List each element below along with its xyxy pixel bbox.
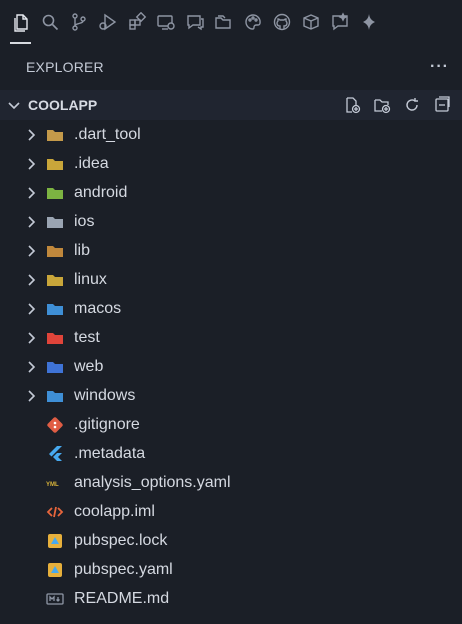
folder-windows-icon <box>46 387 64 405</box>
folder-lib-icon <box>46 242 64 260</box>
tree-folder-row[interactable]: lib <box>0 236 462 265</box>
tree-file-row[interactable]: README.md <box>0 584 462 613</box>
folder-label: macos <box>74 299 122 317</box>
chevron-down-icon <box>8 102 20 110</box>
folder-label: ios <box>74 212 95 230</box>
tree-folder-row[interactable]: macos <box>0 294 462 323</box>
folder-linux-icon <box>46 271 64 289</box>
remote-explorer-icon[interactable] <box>151 0 180 44</box>
new-folder-icon[interactable] <box>370 93 394 117</box>
tree-folder-row[interactable]: .dart_tool <box>0 120 462 149</box>
folder-label: .idea <box>74 154 109 172</box>
folder-ios-icon <box>46 213 64 231</box>
source-control-icon[interactable] <box>64 0 93 44</box>
tree-folder-row[interactable]: test <box>0 323 462 352</box>
chevron-right-icon <box>28 128 36 141</box>
folder-label: windows <box>74 386 136 404</box>
tree-folder-row[interactable]: linux <box>0 265 462 294</box>
tree-folder-row[interactable]: web <box>0 352 462 381</box>
folder-label: lib <box>74 241 91 259</box>
package-icon[interactable] <box>296 0 325 44</box>
svg-text:YML: YML <box>46 482 59 488</box>
new-file-icon[interactable] <box>340 93 364 117</box>
folder-idea-icon <box>46 155 64 173</box>
feedback-icon[interactable] <box>325 0 354 44</box>
chevron-right-icon <box>28 302 36 315</box>
pubspec-icon <box>46 561 64 579</box>
tree-folder-row[interactable]: .idea <box>0 149 462 178</box>
project-section-header[interactable]: COOLAPP <box>0 90 462 120</box>
folder-label: test <box>74 328 100 346</box>
folder-label: web <box>74 357 104 375</box>
tree-file-row[interactable]: .metadata <box>0 439 462 468</box>
folder-label: .dart_tool <box>74 125 141 143</box>
chevron-right-icon <box>28 273 36 286</box>
tree-folder-row[interactable]: windows <box>0 381 462 410</box>
flutter-icon <box>46 445 64 463</box>
file-label: pubspec.yaml <box>74 560 173 578</box>
file-label: coolapp.iml <box>74 502 155 520</box>
markdown-icon <box>46 590 64 608</box>
explorer-title: EXPLORER <box>26 59 104 75</box>
section-actions <box>340 93 462 117</box>
tree-file-row[interactable]: .gitignore <box>0 410 462 439</box>
explorer-header: EXPLORER ··· <box>0 52 462 82</box>
palette-icon[interactable] <box>238 0 267 44</box>
tree-folder-row[interactable]: ios <box>0 207 462 236</box>
chevron-right-icon <box>28 331 36 344</box>
file-label: .metadata <box>74 444 146 462</box>
file-label: .gitignore <box>74 415 140 433</box>
explorer-files-icon[interactable] <box>6 0 35 44</box>
chevron-right-icon <box>28 244 36 257</box>
tree-file-row[interactable]: YML analysis_options.yaml <box>0 468 462 497</box>
chevron-right-icon <box>28 389 36 402</box>
git-icon <box>46 416 64 434</box>
project-name: COOLAPP <box>28 97 98 113</box>
code-icon <box>46 503 64 521</box>
collapse-all-icon[interactable] <box>430 93 454 117</box>
tree-file-row[interactable]: coolapp.iml <box>0 497 462 526</box>
folder-label: linux <box>74 270 107 288</box>
chevron-right-icon <box>28 186 36 199</box>
refresh-icon[interactable] <box>400 93 424 117</box>
folder-dart-icon <box>46 126 64 144</box>
more-actions-icon[interactable]: ··· <box>430 58 449 76</box>
tree-file-row[interactable]: pubspec.yaml <box>0 555 462 584</box>
chevron-right-icon <box>28 215 36 228</box>
chat-icon[interactable] <box>180 0 209 44</box>
folders-icon[interactable] <box>209 0 238 44</box>
activity-bar <box>0 0 462 44</box>
chevron-right-icon <box>28 157 36 170</box>
yaml-icon: YML <box>46 474 64 492</box>
tree-folder-row[interactable]: android <box>0 178 462 207</box>
file-label: analysis_options.yaml <box>74 473 231 491</box>
folder-label: android <box>74 183 128 201</box>
folder-web-icon <box>46 358 64 376</box>
search-icon[interactable] <box>35 0 64 44</box>
file-tree: .dart_tool .idea android ios lib linux macos te… <box>0 120 462 613</box>
folder-android-icon <box>46 184 64 202</box>
folder-macos-icon <box>46 300 64 318</box>
folder-test-icon <box>46 329 64 347</box>
extensions-icon[interactable] <box>122 0 151 44</box>
file-label: pubspec.lock <box>74 531 168 549</box>
github-icon[interactable] <box>267 0 296 44</box>
sparkle-icon[interactable] <box>354 0 383 44</box>
chevron-right-icon <box>28 360 36 373</box>
run-debug-icon[interactable] <box>93 0 122 44</box>
tree-file-row[interactable]: pubspec.lock <box>0 526 462 555</box>
pubspec-icon <box>46 532 64 550</box>
file-label: README.md <box>74 589 170 607</box>
